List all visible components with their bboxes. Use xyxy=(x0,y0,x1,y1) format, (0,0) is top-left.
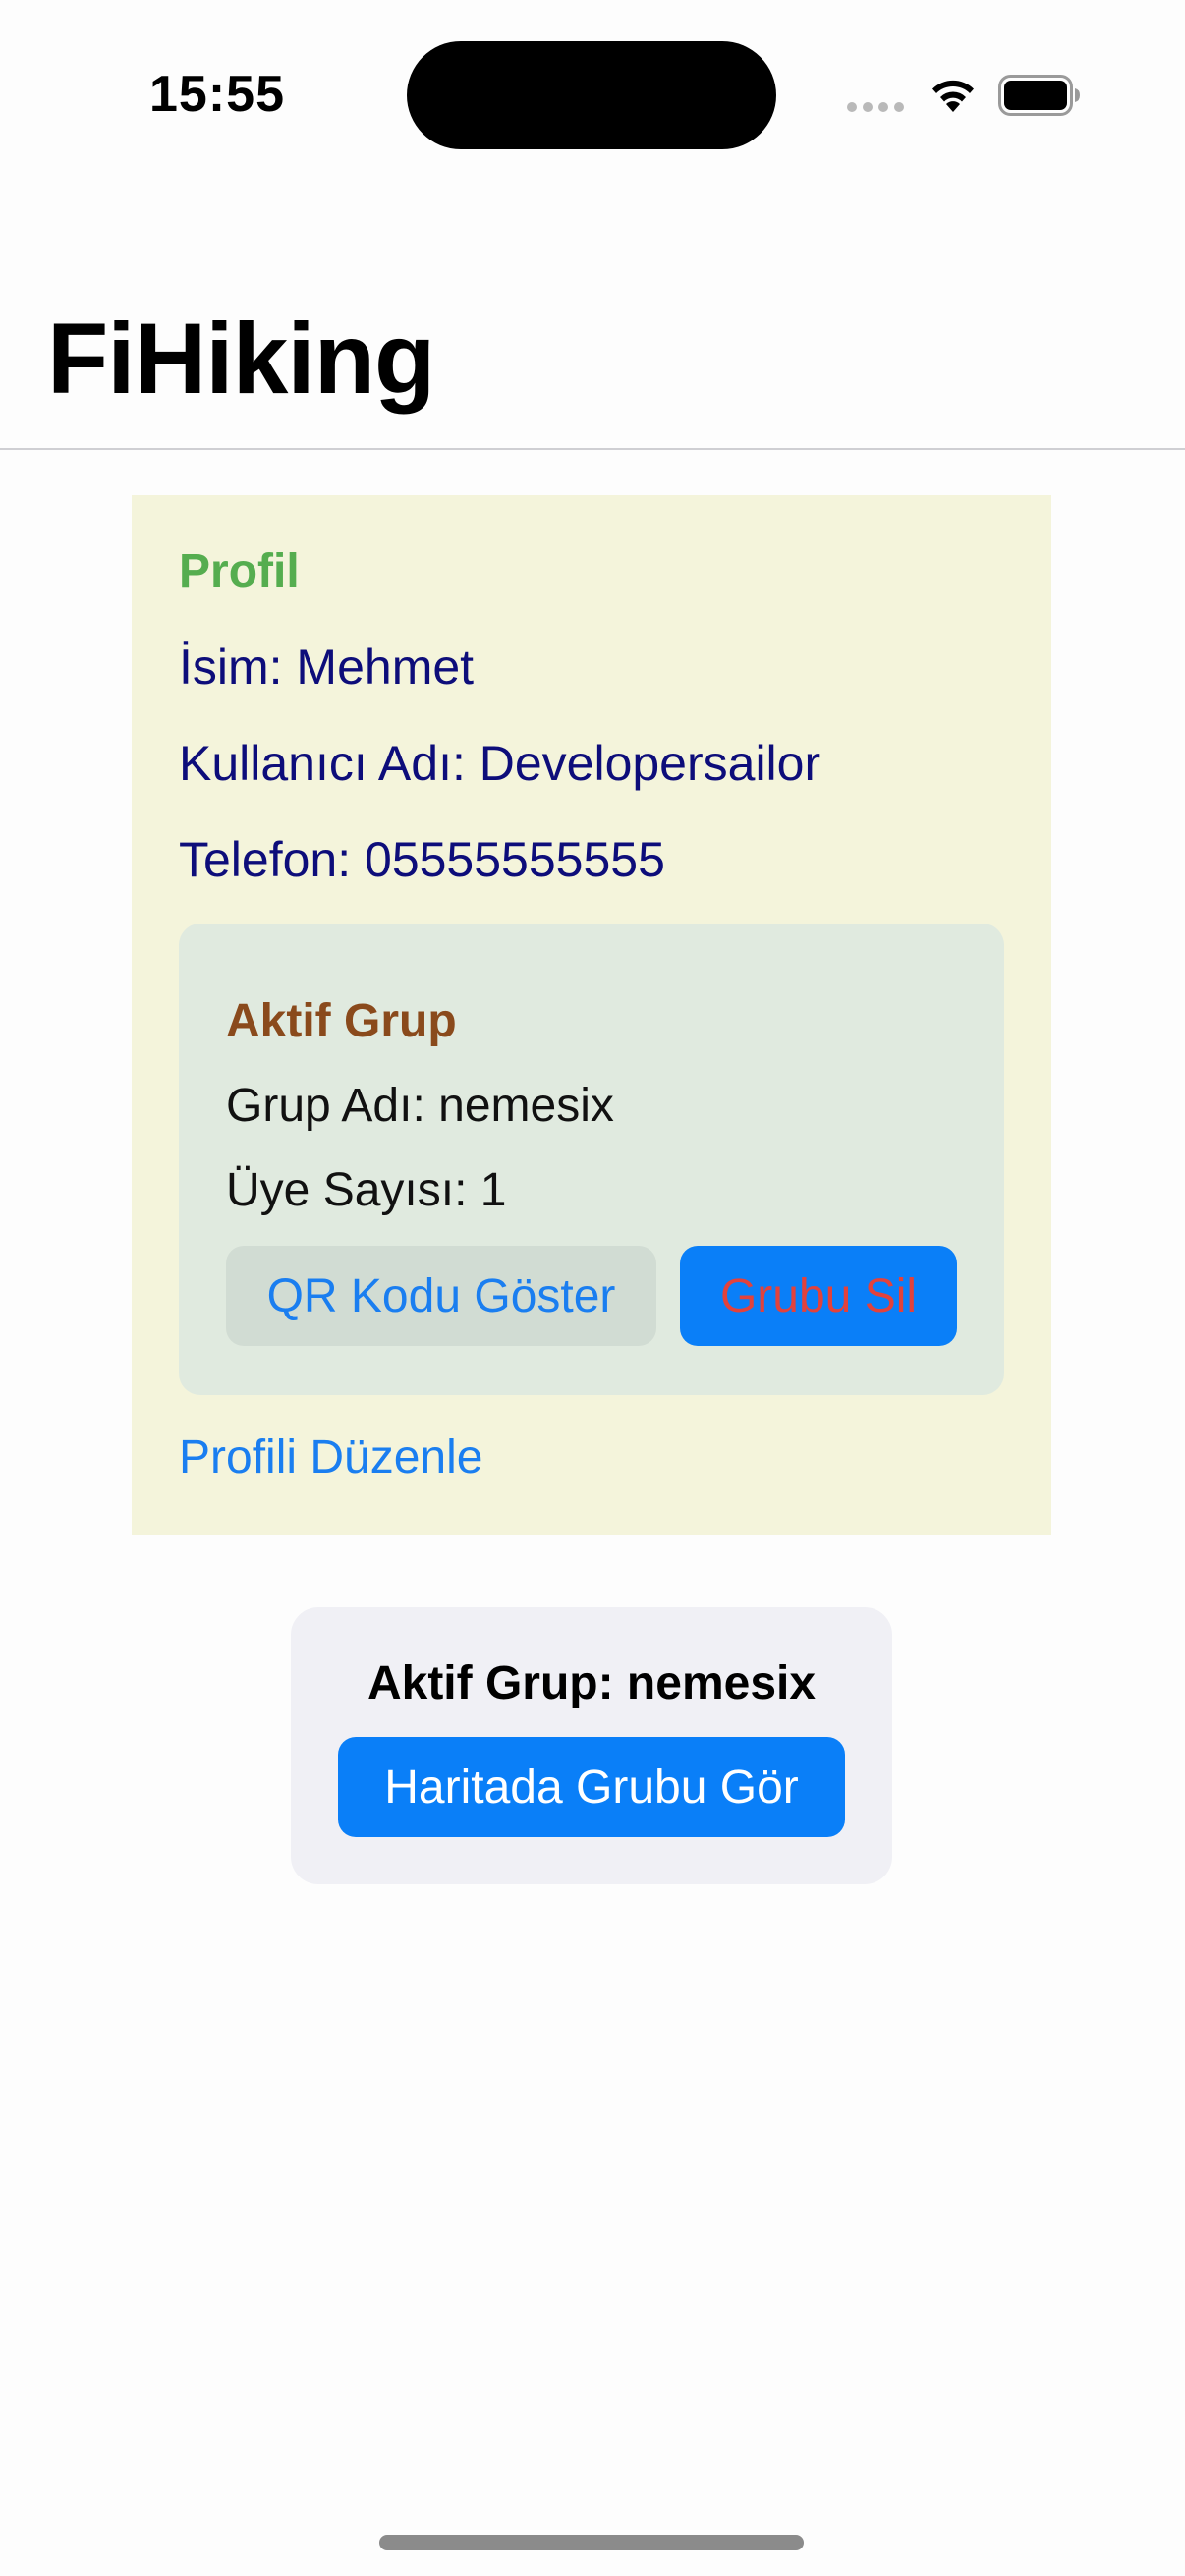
group-name: Grup Adı: nemesix xyxy=(226,1080,614,1132)
group-member-count: Üye Sayısı: 1 xyxy=(226,1164,507,1216)
profile-phone: Telefon: 05555555555 xyxy=(179,832,665,887)
active-group-heading: Aktif Grup xyxy=(226,995,457,1047)
battery-icon xyxy=(998,75,1080,116)
profile-heading: Profil xyxy=(179,545,300,597)
profile-card: Profil İsim: Mehmet Kullanıcı Adı: Devel… xyxy=(132,495,1051,1535)
cellular-signal-icon xyxy=(847,102,904,112)
wifi-icon xyxy=(932,80,974,112)
profile-username: Kullanıcı Adı: Developersailor xyxy=(179,736,821,791)
dynamic-island xyxy=(407,41,776,149)
status-time: 15:55 xyxy=(149,66,285,123)
show-qr-code-button[interactable]: QR Kodu Göster xyxy=(226,1246,656,1346)
active-group-summary-title: Aktif Grup: nemesix xyxy=(367,1657,817,1709)
active-group-summary-card: Aktif Grup: nemesix Haritada Grubu Gör xyxy=(291,1607,892,1884)
app-screen: 15:55 FiHiking Profil İsim: Mehmet Kulla… xyxy=(0,0,1185,2576)
edit-profile-link[interactable]: Profili Düzenle xyxy=(179,1430,482,1484)
delete-group-button[interactable]: Grubu Sil xyxy=(680,1246,957,1346)
active-group-box: Aktif Grup Grup Adı: nemesix Üye Sayısı:… xyxy=(179,924,1004,1395)
nav-divider xyxy=(0,448,1185,450)
view-group-on-map-button[interactable]: Haritada Grubu Gör xyxy=(338,1737,845,1837)
profile-name: İsim: Mehmet xyxy=(179,640,475,695)
home-indicator[interactable] xyxy=(379,2535,804,2550)
page-title: FiHiking xyxy=(47,303,435,415)
